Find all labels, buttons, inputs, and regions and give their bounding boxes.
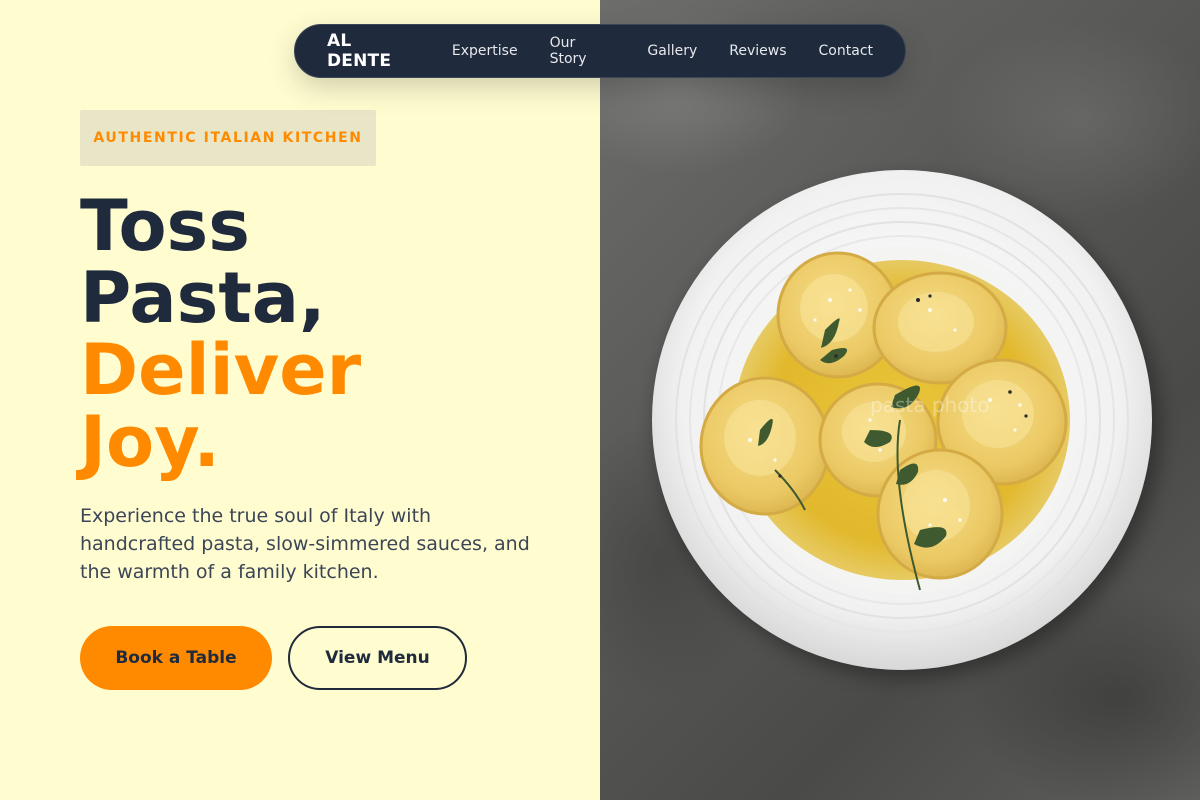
book-table-button[interactable]: Book a Table — [80, 626, 272, 690]
view-menu-button[interactable]: View Menu — [288, 626, 467, 690]
nav-link-gallery[interactable]: Gallery — [647, 43, 697, 59]
nav-link-expertise[interactable]: Expertise — [452, 43, 518, 59]
headline-line-3: Deliver — [80, 329, 362, 411]
brand-logo[interactable]: AL DENTE — [327, 31, 420, 71]
image-watermark: pasta photo — [870, 393, 990, 417]
hero-image-pane: pasta photo — [600, 0, 1200, 800]
eyebrow-badge: AUTHENTIC ITALIAN KITCHEN — [80, 110, 376, 166]
hero-left-pane: AUTHENTIC ITALIAN KITCHEN Toss Pasta, De… — [0, 0, 600, 800]
headline-line-4: Joy. — [80, 401, 220, 483]
hero-description: Experience the true soul of Italy with h… — [80, 505, 530, 583]
ravioli-dish-image: pasta photo — [652, 170, 1160, 678]
nav-link-contact[interactable]: Contact — [819, 43, 873, 59]
top-navigation: AL DENTE Expertise Our Story Gallery Rev… — [294, 24, 906, 78]
headline-line-1: Toss — [80, 185, 250, 267]
nav-link-our-story[interactable]: Our Story — [550, 35, 616, 67]
hero-headline: Toss Pasta, Deliver Joy. — [80, 190, 361, 478]
headline-line-2: Pasta, — [80, 257, 326, 339]
nav-link-reviews[interactable]: Reviews — [729, 43, 786, 59]
